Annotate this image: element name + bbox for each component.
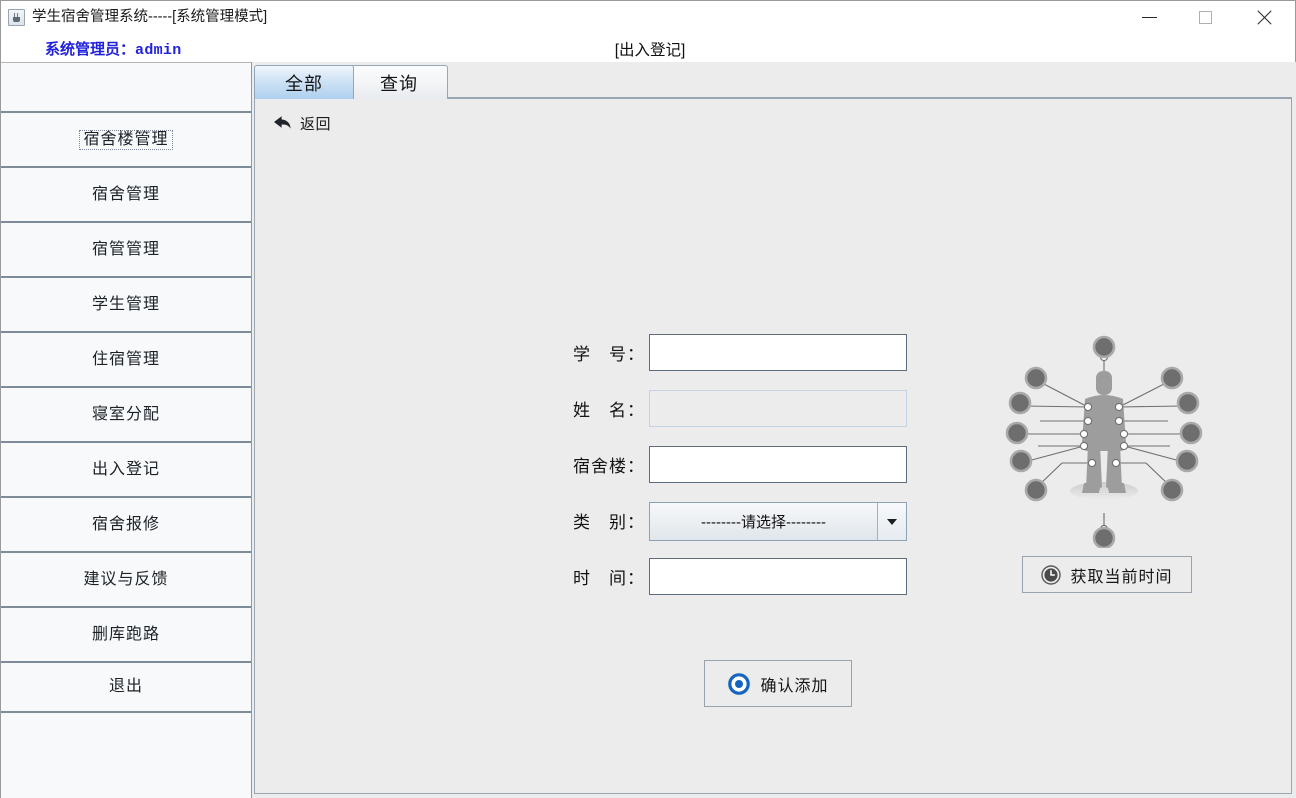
sidebar-item-label: 建议与反馈: [83, 570, 169, 588]
minimize-button[interactable]: [1126, 1, 1172, 34]
sidebar-item-label: 退出: [108, 678, 143, 695]
maximize-button[interactable]: [1182, 1, 1228, 34]
sidebar-item-repair[interactable]: 宿舍报修: [1, 497, 251, 552]
java-coffee-cup-icon: [8, 9, 25, 26]
sidebar-item-drop-database[interactable]: 删库跑路: [1, 607, 251, 662]
time-label: 时 间：: [573, 568, 645, 588]
sidebar-top-blank: [1, 62, 251, 112]
sidebar-item-label: 学生管理: [91, 295, 160, 313]
form-row-student-id: 学 号：: [537, 334, 907, 390]
student-id-input[interactable]: [649, 334, 907, 371]
tab-label: 查询: [380, 73, 418, 94]
header-strip: 系统管理员：admin [出入登记]: [2, 34, 1294, 62]
sidebar-item-student[interactable]: 学生管理: [1, 277, 251, 332]
maximize-icon: [1198, 11, 1212, 24]
sidebar-item-label: 删库跑路: [91, 625, 160, 643]
tab-all[interactable]: 全部: [254, 65, 354, 99]
close-button[interactable]: [1241, 1, 1287, 34]
form-row-name: 姓 名：: [537, 390, 907, 446]
form-row-time: 时 间：: [537, 558, 907, 614]
sidebar-item-label: 宿管管理: [91, 240, 160, 258]
back-label: 返回: [300, 115, 332, 133]
sidebar-item-label: 宿舍楼管理: [79, 129, 173, 150]
building-input[interactable]: [649, 446, 907, 483]
sidebar-item-exit[interactable]: 退出: [1, 662, 251, 712]
student-id-label: 学 号：: [573, 344, 645, 364]
entry-form: 学 号： 姓 名： 宿舍楼： 类 别： --------请选择--------: [537, 334, 907, 614]
target-circle-icon: [727, 672, 751, 695]
person-network-svg: [1005, 335, 1203, 548]
title-bar-left: 学生宿舍管理系统-----[系统管理模式]: [8, 1, 267, 34]
sidebar-item-accommodation[interactable]: 住宿管理: [1, 332, 251, 387]
time-input[interactable]: [649, 558, 907, 595]
tab-strip: 全部 查询: [254, 65, 1292, 99]
minimize-icon: [1141, 17, 1157, 18]
confirm-add-button[interactable]: 确认添加: [704, 660, 852, 707]
category-select[interactable]: --------请选择--------: [649, 502, 907, 541]
get-current-time-label: 获取当前时间: [1070, 568, 1173, 586]
name-input: [649, 390, 907, 427]
sidebar-bottom-blank: [1, 712, 251, 798]
person-network-illustration: [1000, 333, 1210, 548]
application-window: 学生宿舍管理系统-----[系统管理模式] 系统管理员：admin [出入登记]…: [0, 0, 1296, 798]
sidebar-item-feedback[interactable]: 建议与反馈: [1, 552, 251, 607]
sidebar-item-entry-exit[interactable]: 出入登记: [1, 442, 251, 497]
page-title: [出入登记]: [614, 42, 686, 59]
tab-label: 全部: [285, 73, 323, 94]
chevron-down-icon: [887, 518, 897, 525]
confirm-add-label: 确认添加: [760, 677, 829, 695]
sidebar-item-dorm-admin[interactable]: 宿管管理: [1, 222, 251, 277]
sidebar-item-label: 寝室分配: [91, 405, 160, 423]
sidebar-item-label: 出入登记: [91, 460, 160, 478]
form-row-category: 类 别： --------请选择--------: [537, 502, 907, 558]
close-icon: [1256, 10, 1272, 26]
sidebar-item-label: 宿舍报修: [91, 515, 160, 533]
category-dropdown-button[interactable]: [877, 503, 906, 540]
sidebar-item-dorm-building[interactable]: 宿舍楼管理: [1, 112, 251, 167]
sidebar-item-label: 宿舍管理: [91, 185, 160, 203]
tab-query[interactable]: 查询: [350, 65, 448, 99]
clock-icon: [1041, 564, 1062, 585]
category-selected-value: --------请选择--------: [701, 514, 826, 531]
back-button[interactable]: 返回: [269, 109, 334, 137]
title-bar: 学生宿舍管理系统-----[系统管理模式]: [1, 1, 1295, 34]
name-label: 姓 名：: [573, 400, 645, 420]
get-current-time-button[interactable]: 获取当前时间: [1022, 556, 1192, 593]
window-title: 学生宿舍管理系统-----[系统管理模式]: [32, 9, 268, 26]
sidebar-item-room-assign[interactable]: 寝室分配: [1, 387, 251, 442]
building-label: 宿舍楼：: [573, 456, 645, 476]
back-arrow-icon: [274, 116, 291, 129]
tab-panel: 返回 学 号： 姓 名： 宿舍楼： 类 别： --------请选择------…: [254, 98, 1292, 794]
form-row-building: 宿舍楼：: [537, 446, 907, 502]
sidebar-item-dorm[interactable]: 宿舍管理: [1, 167, 251, 222]
category-label: 类 别：: [573, 512, 645, 532]
content-area: 全部 查询 返回 学 号： 姓 名： 宿舍楼： 类 别： --------请选择…: [252, 62, 1296, 798]
sidebar-item-label: 住宿管理: [91, 350, 160, 368]
sidebar: 宿舍楼管理 宿舍管理 宿管管理 学生管理 住宿管理 寝室分配 出入登记 宿舍报修…: [1, 62, 252, 798]
